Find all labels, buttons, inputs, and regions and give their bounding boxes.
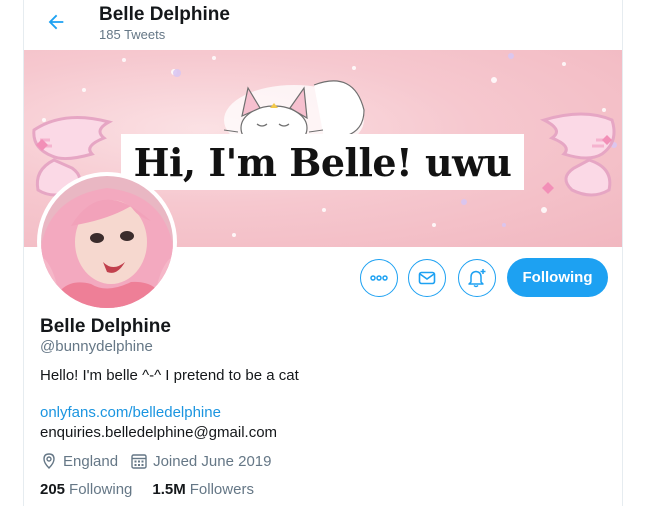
profile-joined: Joined June 2019 bbox=[153, 452, 272, 470]
back-button[interactable] bbox=[40, 6, 72, 38]
profile-name: Belle Delphine bbox=[40, 316, 171, 337]
avatar-portrait bbox=[41, 176, 173, 308]
profile-email: enquiries.belledelphine@gmail.com bbox=[40, 424, 278, 441]
profile-handle: @bunnydelphine bbox=[40, 338, 153, 355]
following-count: 205 bbox=[40, 481, 66, 498]
followers-count: 1.5M bbox=[152, 481, 186, 498]
more-icon bbox=[370, 275, 388, 281]
bell-plus-icon bbox=[468, 269, 486, 288]
message-button[interactable] bbox=[408, 259, 446, 297]
right-wings bbox=[539, 112, 616, 197]
back-arrow-icon bbox=[48, 14, 64, 30]
notifications-button[interactable] bbox=[458, 259, 496, 297]
more-button[interactable] bbox=[360, 259, 398, 297]
followers-label: Followers bbox=[189, 481, 254, 498]
profile-website-link[interactable]: onlyfans.com/belledelphine bbox=[40, 404, 221, 421]
profile-bio: Hello! I'm belle ^-^ I pretend to be a c… bbox=[40, 367, 299, 384]
calendar-icon bbox=[130, 452, 148, 470]
profile-header: Belle Delphine 185 Tweets bbox=[24, 0, 622, 50]
profile-meta: England Joined June 2019 bbox=[40, 452, 272, 470]
profile-stats: 205 Following 1.5M Followers bbox=[40, 481, 274, 498]
mail-icon bbox=[418, 271, 436, 285]
followers-count-link[interactable]: 1.5M Followers bbox=[152, 481, 254, 498]
avatar[interactable] bbox=[37, 172, 177, 312]
profile-column: Belle Delphine 185 Tweets Hi, I'm Belle!… bbox=[23, 0, 623, 506]
following-count-link[interactable]: 205 Following bbox=[40, 481, 132, 498]
header-title: Belle Delphine bbox=[99, 4, 230, 25]
following-label: Following bbox=[69, 481, 133, 498]
location-pin-icon bbox=[40, 452, 58, 470]
tweet-count: 185 Tweets bbox=[99, 27, 166, 42]
banner-caption: Hi, I'm Belle! uwu bbox=[133, 139, 512, 185]
banner-caption-box: Hi, I'm Belle! uwu bbox=[121, 134, 524, 190]
following-button[interactable]: Following bbox=[507, 258, 608, 297]
profile-location: England bbox=[63, 452, 119, 470]
